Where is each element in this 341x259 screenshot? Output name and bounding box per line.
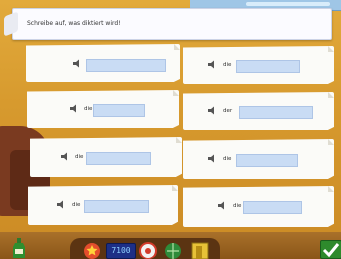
window-strip-bar [246,2,330,6]
speaker-icon[interactable] [207,106,219,115]
dictation-card-3: die [27,90,179,128]
speaker-icon[interactable] [72,59,84,68]
speaker-icon[interactable] [217,201,229,210]
speaker-icon[interactable] [69,104,81,113]
card-curl [173,90,179,96]
card-curl [328,186,334,192]
speaker-icon[interactable] [60,152,72,161]
article-label: der [223,108,233,114]
speaker-icon[interactable] [207,60,219,69]
card-curl [328,92,334,98]
star-icon[interactable] [82,242,102,259]
dictation-card-8: die [183,186,334,227]
article-label: die [72,202,81,208]
bottle-icon[interactable] [12,238,26,259]
door-icon[interactable] [190,242,210,259]
speaker-icon[interactable] [207,154,219,163]
score-display: 7100 [106,243,136,259]
answer-field[interactable] [243,201,302,214]
dictation-card-2: die [183,46,334,84]
check-icon[interactable] [320,240,341,259]
card-curl [328,46,334,52]
dictation-card-7: die [28,185,178,225]
dictation-card-1 [26,44,180,82]
card-curl [172,185,178,191]
answer-field[interactable] [239,106,313,119]
answer-field[interactable] [236,60,300,73]
banner-flap [4,11,18,37]
instruction-banner: Schreibe auf, was diktiert wird! [4,8,332,40]
game-scene: Schreibe auf, was diktiert wird! die die… [0,0,341,259]
article-label: die [75,154,84,160]
dictation-card-5: die [30,137,182,177]
card-curl [176,137,182,143]
article-label: die [233,203,242,209]
card-curl [328,139,334,145]
article-label: die [84,106,93,112]
article-label: die [223,156,232,162]
info-icon[interactable] [138,242,158,259]
instruction-text: Schreibe auf, was diktiert wird! [27,20,121,27]
speaker-icon[interactable] [56,200,68,209]
answer-field[interactable] [93,104,145,117]
globe-icon[interactable] [163,242,183,259]
dictation-card-4: der [183,92,334,130]
answer-field[interactable] [84,200,149,213]
article-label: die [223,62,232,68]
card-curl [174,44,180,50]
answer-field[interactable] [86,59,166,72]
answer-field[interactable] [236,154,298,167]
dictation-card-6: die [183,139,334,179]
answer-field[interactable] [86,152,151,165]
